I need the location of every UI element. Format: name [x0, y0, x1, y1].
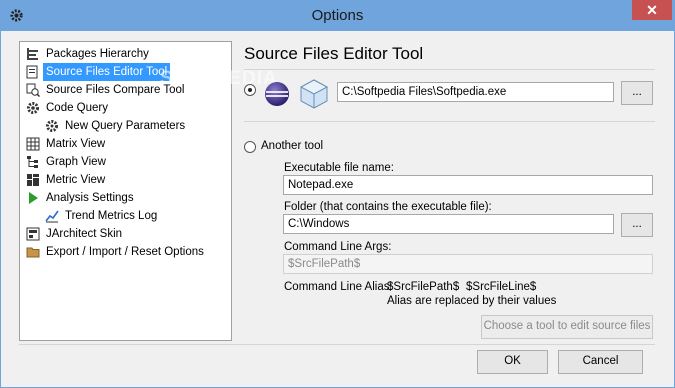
hierarchy-icon — [27, 48, 38, 60]
args-field[interactable]: $SrcFilePath$ — [283, 254, 653, 274]
tree-item-label: Export / Import / Reset Options — [46, 246, 204, 258]
another-tool-label: Another tool — [261, 140, 324, 152]
skin-icon — [26, 227, 40, 241]
tree-item-label: Code Query — [46, 102, 109, 114]
args-label: Command Line Args: — [284, 241, 392, 253]
page-title: Source Files Editor Tool — [244, 44, 424, 63]
exe-label: Executable file name: — [284, 162, 394, 174]
tree-item-label: Graph View — [46, 156, 106, 168]
choose-tool-button[interactable]: Choose a tool to edit source files — [481, 315, 653, 339]
another-tool-radio[interactable] — [244, 141, 256, 153]
section-divider — [244, 121, 655, 122]
window-title: Options — [311, 7, 364, 24]
tree-item-label: Analysis Settings — [46, 192, 134, 204]
gear-icon — [27, 102, 39, 114]
alias-src-file-path: $SrcFilePath$ — [387, 281, 460, 293]
folder-label: Folder (that contains the executable fil… — [284, 201, 492, 213]
tree-item-label: Source Files Editor Tool — [43, 63, 171, 81]
editor-browse-button[interactable]: ... — [621, 81, 653, 105]
close-button[interactable]: ✕ — [632, 0, 672, 20]
netbeans-icon — [299, 79, 329, 109]
editor-tool-icon — [26, 65, 38, 79]
title-divider — [244, 69, 655, 70]
editor-path-field[interactable]: C:\Softpedia Files\Softpedia.exe — [337, 82, 614, 102]
ok-button[interactable]: OK — [477, 350, 548, 374]
watermark: SOFTPEDIA — [160, 68, 278, 89]
tree-item-label: Metric View — [46, 174, 106, 186]
options-tree[interactable]: Packages Hierarchy Source Files Editor T… — [19, 41, 277, 341]
trend-icon — [45, 210, 59, 223]
alias-src-file-line: $SrcFileLine$ — [466, 281, 537, 293]
exe-name-field[interactable]: Notepad.exe — [283, 175, 653, 195]
tree-item-label: Matrix View — [46, 138, 106, 150]
folder-browse-button[interactable]: ... — [621, 213, 653, 237]
matrix-icon — [26, 137, 40, 151]
play-icon — [29, 192, 38, 204]
alias-label: Command Line Alias: — [284, 281, 393, 293]
tree-item-label: New Query Parameters — [65, 120, 186, 132]
compare-tool-icon — [26, 83, 40, 97]
folder-field[interactable]: C:\Windows — [283, 214, 614, 234]
tree-item-label: JArchitect Skin — [46, 228, 123, 240]
alias-note: Alias are replaced by their values — [387, 295, 557, 307]
graph-icon — [27, 156, 38, 168]
default-editor-radio[interactable] — [244, 84, 256, 96]
eclipse-icon — [265, 82, 289, 106]
tree-item-label: Trend Metrics Log — [65, 210, 158, 222]
cancel-button[interactable]: Cancel — [558, 350, 643, 374]
tree-item-label: Packages Hierarchy — [46, 48, 149, 60]
metric-icon — [27, 174, 39, 186]
footer-divider — [19, 344, 655, 345]
title-bar: Options ✕ — [0, 0, 675, 31]
folder-icon — [26, 247, 40, 258]
gear-small-icon — [46, 120, 58, 132]
